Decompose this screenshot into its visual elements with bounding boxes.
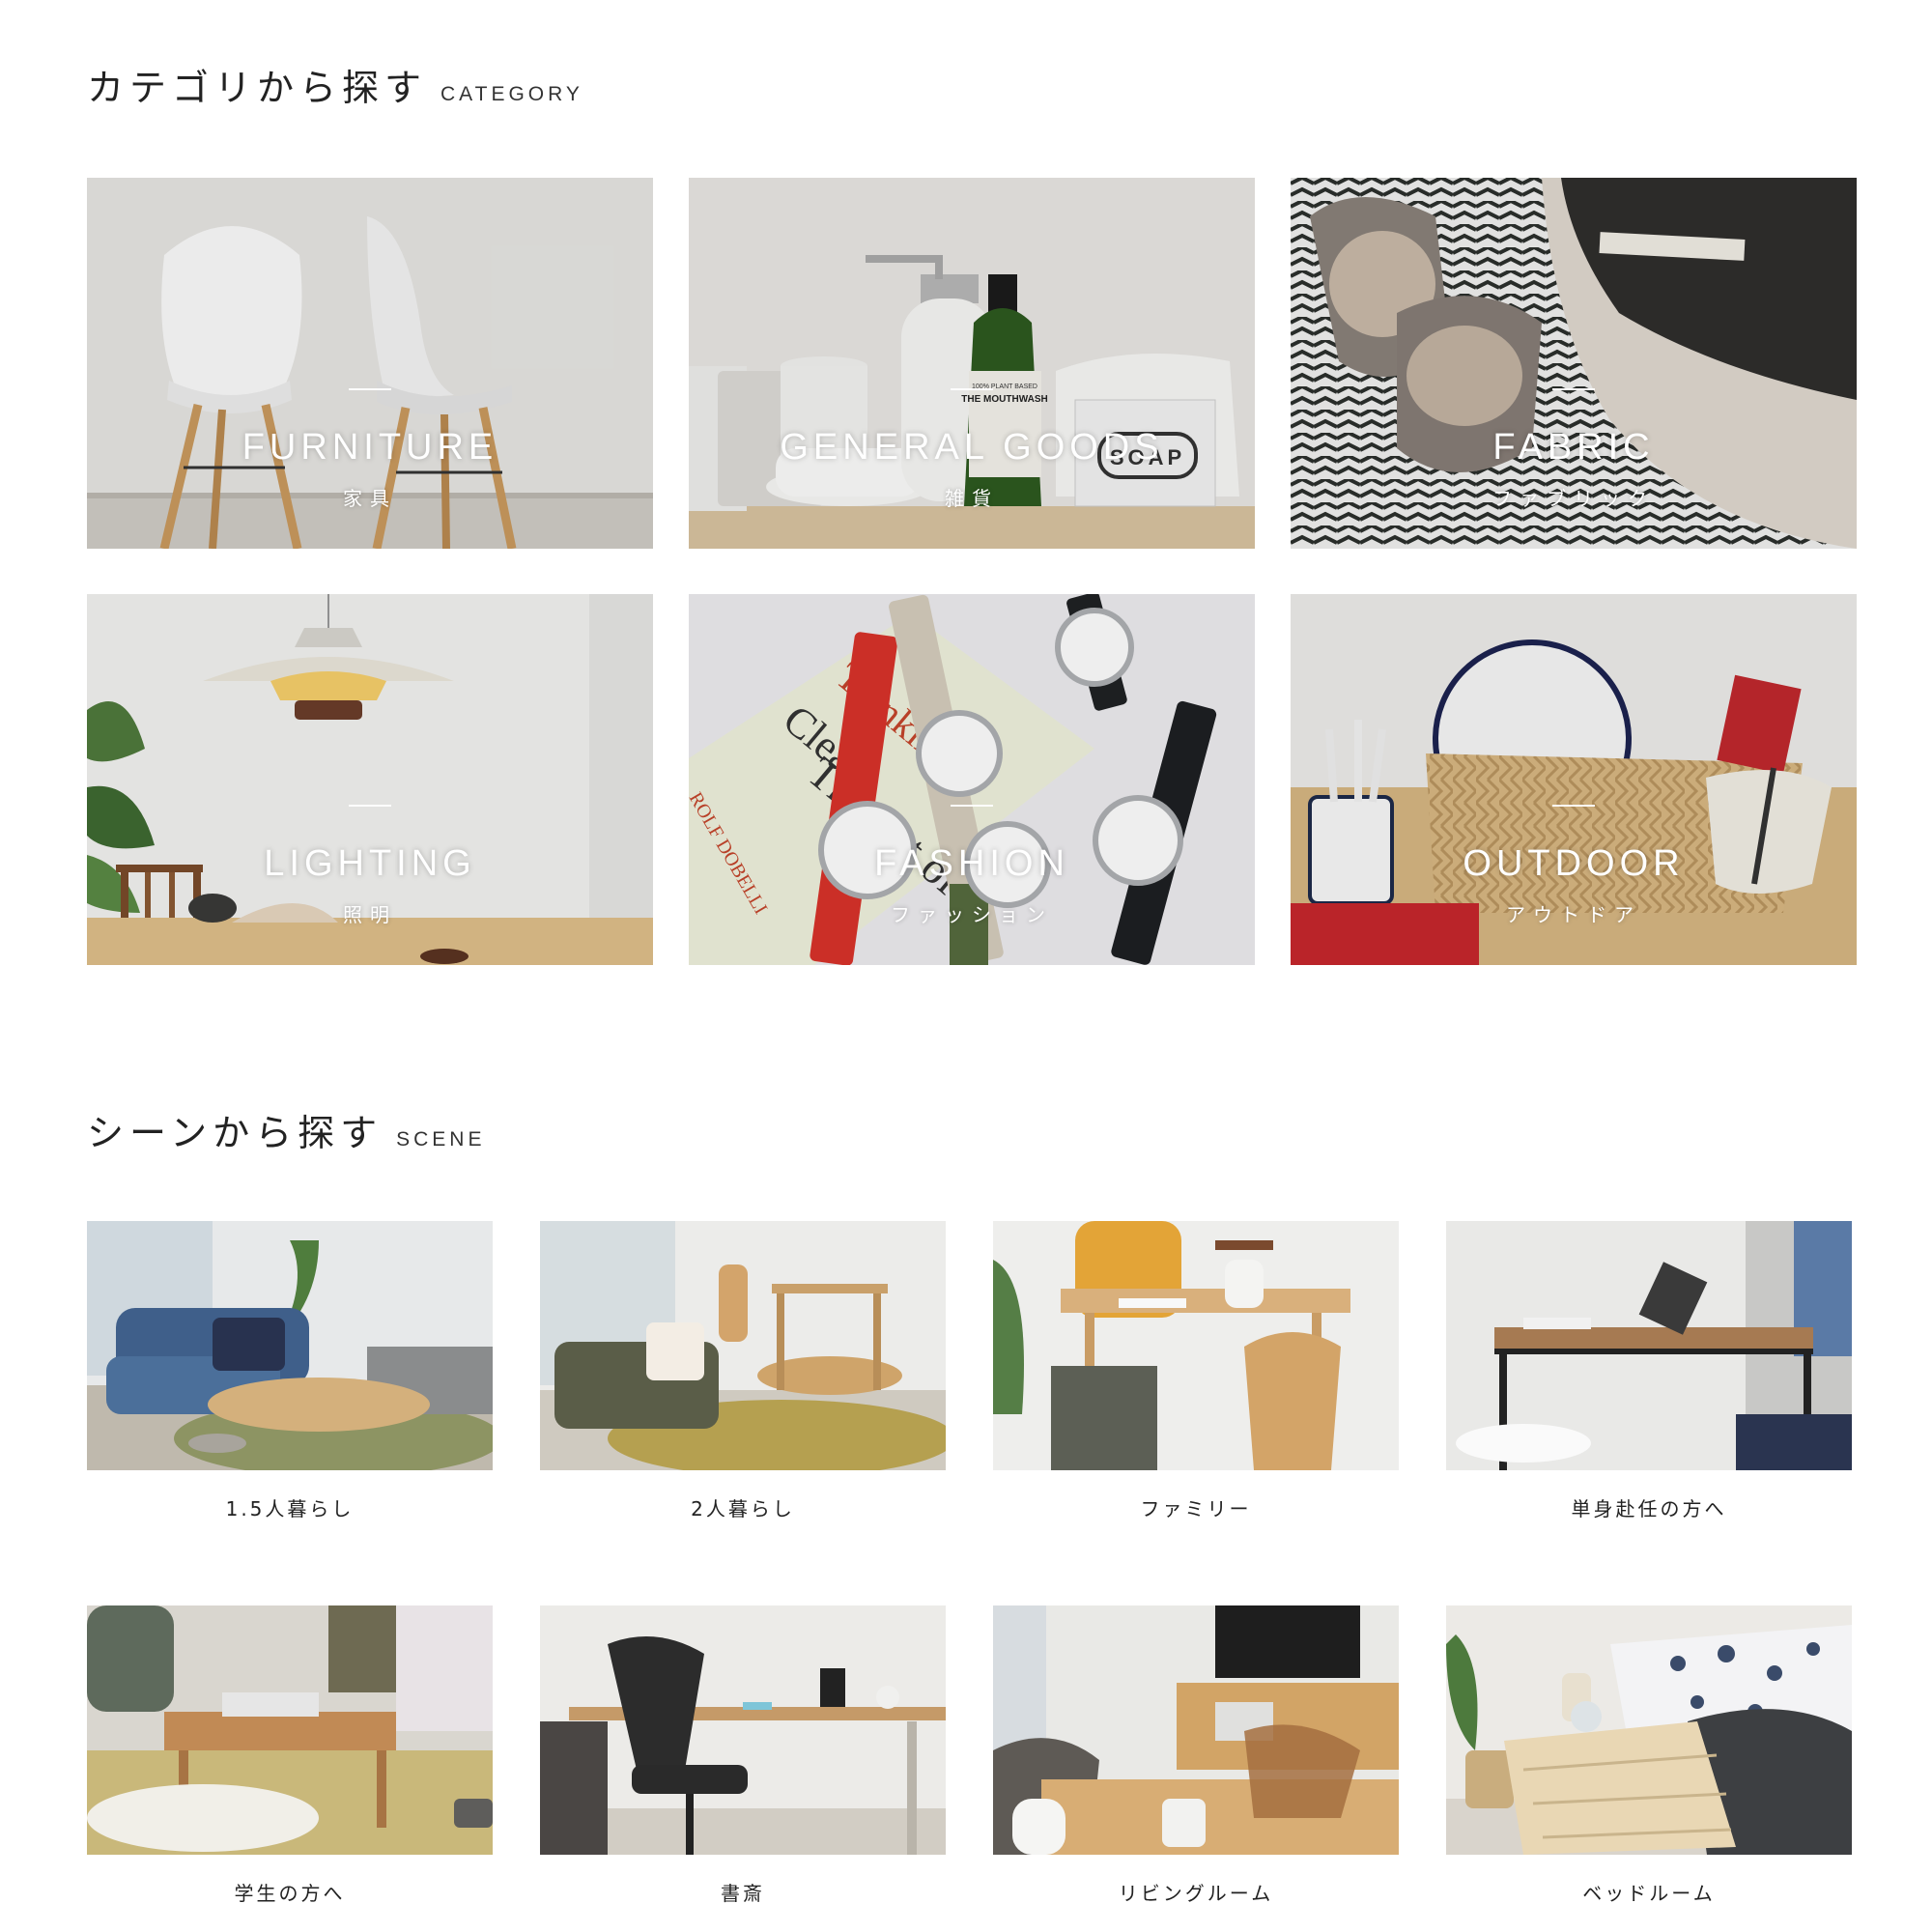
category-card-fabric[interactable]: FABRIC ファブリック xyxy=(1291,178,1857,549)
divider xyxy=(349,805,391,807)
scene-card[interactable]: 書斎 xyxy=(540,1605,946,1906)
divider xyxy=(951,805,993,807)
scene-heading: シーンから探す SCENE xyxy=(87,1103,485,1156)
category-card-fashion[interactable]: The Art of Clear Thinking ROLF DOBELLI F… xyxy=(689,594,1255,965)
category-jp-label: 家具 xyxy=(343,487,397,510)
scene-label: 単身赴任の方へ xyxy=(1571,1497,1727,1520)
scene-photo xyxy=(87,1605,493,1855)
category-jp-label: ファブリック xyxy=(1492,487,1655,510)
scene-label: リビングルーム xyxy=(1118,1882,1274,1905)
scene-label: 2人暮らし xyxy=(691,1497,795,1520)
category-jp-label: 雑貨 xyxy=(945,487,999,510)
scene-photo xyxy=(540,1221,955,1477)
scene-photo xyxy=(540,1605,946,1855)
scene-photo xyxy=(87,1221,502,1477)
category-card-outdoor[interactable]: OUTDOOR アウトドア xyxy=(1291,594,1857,965)
divider xyxy=(951,388,993,390)
scene-card[interactable]: 単身赴任の方へ xyxy=(1446,1221,1852,1521)
category-jp-label: 照明 xyxy=(343,903,397,926)
scene-card[interactable]: 1.5人暮らし xyxy=(87,1221,502,1521)
scene-heading-en: SCENE xyxy=(396,1128,486,1151)
category-en-label: FURNITURE xyxy=(242,427,498,468)
scene-card[interactable]: リビングルーム xyxy=(993,1605,1399,1906)
category-en-label: FASHION xyxy=(874,843,1069,884)
category-heading-en: CATEGORY xyxy=(440,83,583,105)
divider xyxy=(349,388,391,390)
scene-heading-jp: シーンから探す xyxy=(87,1112,384,1154)
category-en-label: OUTDOOR xyxy=(1463,843,1685,884)
scene-label: 1.5人暮らし xyxy=(225,1497,355,1520)
scene-card[interactable]: 2人暮らし xyxy=(540,1221,955,1521)
category-en-label: LIGHTING xyxy=(264,843,476,884)
scene-photo xyxy=(993,1221,1399,1470)
scene-photo xyxy=(1446,1605,1852,1855)
scene-card[interactable]: ベッドルーム xyxy=(1446,1605,1852,1906)
category-heading-jp: カテゴリから探す xyxy=(87,67,428,109)
scene-label: ファミリー xyxy=(1140,1497,1252,1520)
category-jp-label: アウトドア xyxy=(1506,903,1641,926)
scene-photo xyxy=(993,1605,1399,1855)
category-card-furniture[interactable]: FURNITURE 家具 xyxy=(87,178,653,549)
scene-card[interactable]: ファミリー xyxy=(993,1221,1399,1521)
category-heading: カテゴリから探す CATEGORY xyxy=(87,58,583,111)
category-en-label: FABRIC xyxy=(1492,427,1655,468)
scene-label: ベッドルーム xyxy=(1582,1882,1716,1905)
category-card-general-goods[interactable]: 100% PLANT BASED THE MOUTHWASH SOAP GENE… xyxy=(689,178,1255,549)
scene-photo xyxy=(1446,1221,1852,1470)
category-en-label: GENERAL GOODS xyxy=(780,427,1164,468)
scene-label: 学生の方へ xyxy=(234,1882,346,1905)
category-card-lighting[interactable]: LIGHTING 照明 xyxy=(87,594,653,965)
divider xyxy=(1552,805,1595,807)
divider xyxy=(1552,388,1595,390)
category-jp-label: ファッション xyxy=(891,903,1053,926)
scene-label: 書斎 xyxy=(721,1882,765,1905)
scene-card[interactable]: 学生の方へ xyxy=(87,1605,493,1906)
